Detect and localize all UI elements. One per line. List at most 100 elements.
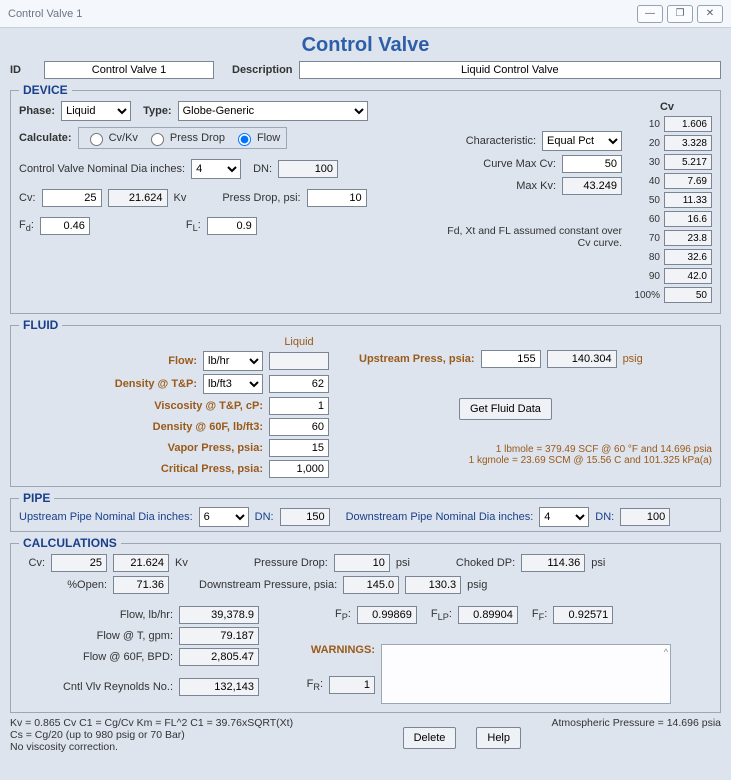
id-input[interactable] bbox=[44, 61, 214, 79]
us-dn-label: DN: bbox=[255, 511, 274, 523]
c-flp-label: FLP: bbox=[431, 608, 452, 622]
c-cv2 bbox=[113, 554, 169, 572]
c-po-input bbox=[113, 576, 169, 594]
fd-label: Fd: bbox=[19, 219, 34, 233]
kv-label: Kv bbox=[174, 192, 187, 204]
flow-unit[interactable]: lb/hr bbox=[203, 351, 263, 371]
c-fp-input bbox=[357, 606, 417, 624]
warnings-box[interactable]: ^ bbox=[381, 644, 671, 704]
char-select[interactable]: Equal Pct bbox=[542, 131, 622, 151]
cv-val-9 bbox=[664, 287, 712, 303]
cv-val-0 bbox=[664, 116, 712, 132]
c-cv-label: Cv: bbox=[19, 557, 45, 569]
help-button[interactable]: Help bbox=[476, 727, 521, 749]
c-cd-unit: psi bbox=[591, 557, 605, 569]
foot-l1: Kv = 0.865 Cv C1 = Cg/Cv Km = FL^2 C1 = … bbox=[10, 717, 403, 729]
c-pd-unit: psi bbox=[396, 557, 410, 569]
c-ft-input bbox=[179, 627, 259, 645]
kmax-input bbox=[562, 177, 622, 195]
ds-dn-label: DN: bbox=[595, 511, 614, 523]
d60-label: Density @ 60F, lb/ft3: bbox=[153, 421, 263, 433]
us-dn-input bbox=[280, 508, 330, 526]
radio-pressdrop[interactable]: Press Drop bbox=[146, 130, 225, 146]
us-select[interactable]: 6 bbox=[199, 507, 249, 527]
up-label: Upstream Press, psia: bbox=[359, 353, 475, 365]
radio-cvkv[interactable]: Cv/Kv bbox=[85, 130, 138, 146]
minimize-button[interactable]: — bbox=[637, 5, 663, 23]
cv-pct-8: 90 bbox=[632, 271, 660, 282]
description-input[interactable] bbox=[299, 61, 721, 79]
d60-input[interactable] bbox=[269, 418, 329, 436]
vp-input[interactable] bbox=[269, 439, 329, 457]
c-dp-label: Downstream Pressure, psia: bbox=[199, 579, 337, 591]
type-label: Type: bbox=[143, 105, 172, 117]
id-label: ID bbox=[10, 64, 38, 76]
c-fl-label: Flow, lb/hr: bbox=[120, 609, 173, 621]
us-label: Upstream Pipe Nominal Dia inches: bbox=[19, 511, 193, 523]
c-dp1 bbox=[343, 576, 399, 594]
up-unit: psig bbox=[623, 353, 643, 365]
close-button[interactable]: ✕ bbox=[697, 5, 723, 23]
get-fluid-button[interactable]: Get Fluid Data bbox=[459, 398, 552, 420]
flow-label: Flow: bbox=[168, 355, 197, 367]
calculate-label: Calculate: bbox=[19, 132, 72, 144]
fl-input[interactable] bbox=[207, 217, 257, 235]
cv-val-1 bbox=[664, 135, 712, 151]
titlebar: Control Valve 1 — ❐ ✕ bbox=[0, 0, 731, 28]
cv-val-4 bbox=[664, 192, 712, 208]
cv-pct-3: 40 bbox=[632, 176, 660, 187]
pressdrop-input[interactable] bbox=[307, 189, 367, 207]
cv-val-6 bbox=[664, 230, 712, 246]
cv-pct-5: 60 bbox=[632, 214, 660, 225]
cmax-label: Curve Max Cv: bbox=[483, 158, 556, 170]
fd-input[interactable] bbox=[40, 217, 90, 235]
dtp-unit[interactable]: lb/ft3 bbox=[203, 374, 263, 394]
radio-flow[interactable]: Flow bbox=[233, 130, 280, 146]
window-title: Control Valve 1 bbox=[8, 8, 82, 20]
c-ft-label: Flow @ T, gpm: bbox=[97, 630, 173, 642]
pipe-group: PIPE Upstream Pipe Nominal Dia inches: 6… bbox=[10, 491, 721, 532]
phase-select[interactable]: Liquid bbox=[61, 101, 131, 121]
c-cd-input bbox=[521, 554, 585, 572]
cv-pct-4: 50 bbox=[632, 195, 660, 206]
c-ff-label: FF: bbox=[532, 608, 547, 622]
up-input[interactable] bbox=[481, 350, 541, 368]
cv-val-5 bbox=[664, 211, 712, 227]
cv-pct-2: 30 bbox=[632, 157, 660, 168]
maximize-button[interactable]: ❐ bbox=[667, 5, 693, 23]
c-ff-input bbox=[553, 606, 613, 624]
delete-button[interactable]: Delete bbox=[403, 727, 457, 749]
device-legend: DEVICE bbox=[19, 83, 72, 97]
cv-pct-9: 100% bbox=[632, 290, 660, 301]
cv-input[interactable] bbox=[42, 189, 102, 207]
atm-note: Atmospheric Pressure = 14.696 psia bbox=[521, 717, 721, 729]
cv-table-header: Cv bbox=[622, 101, 712, 113]
c-rn-label: Cntl Vlv Reynolds No.: bbox=[63, 681, 173, 693]
dtp-input[interactable] bbox=[269, 375, 329, 393]
fluid-legend: FLUID bbox=[19, 318, 62, 332]
cp-input[interactable] bbox=[269, 460, 329, 478]
type-select[interactable]: Globe-Generic bbox=[178, 101, 368, 121]
visc-input[interactable] bbox=[269, 397, 329, 415]
calc-group: CALCULATIONS Cv: Kv Pressure Drop: psi C… bbox=[10, 536, 721, 713]
foot-l2: Cs = Cg/20 (up to 980 psig or 70 Bar) bbox=[10, 729, 403, 741]
cv-val-3 bbox=[664, 173, 712, 189]
fluid-note2: 1 kgmole = 23.69 SCM @ 15.56 C and 101.3… bbox=[359, 455, 712, 466]
calc-legend: CALCULATIONS bbox=[19, 536, 121, 550]
device-group: DEVICE Phase: Liquid Type: Globe-Generic… bbox=[10, 83, 721, 314]
nomdia-select[interactable]: 4 bbox=[191, 159, 241, 179]
cmax-input[interactable] bbox=[562, 155, 622, 173]
c-pd-label: Pressure Drop: bbox=[254, 557, 328, 569]
c-cd-label: Choked DP: bbox=[456, 557, 515, 569]
cv-pct-1: 20 bbox=[632, 138, 660, 149]
dn-label: DN: bbox=[253, 163, 272, 175]
pipe-legend: PIPE bbox=[19, 491, 54, 505]
c-f60-label: Flow @ 60F, BPD: bbox=[83, 651, 173, 663]
cv-val-2 bbox=[664, 154, 712, 170]
c-fl-input bbox=[179, 606, 259, 624]
ds-dn-input bbox=[620, 508, 670, 526]
dtp-label: Density @ T&P: bbox=[115, 378, 197, 390]
ds-select[interactable]: 4 bbox=[539, 507, 589, 527]
fluid-group: FLUID Liquid Flow: lb/hr Density @ T&P: … bbox=[10, 318, 721, 487]
kv-ro bbox=[108, 189, 168, 207]
